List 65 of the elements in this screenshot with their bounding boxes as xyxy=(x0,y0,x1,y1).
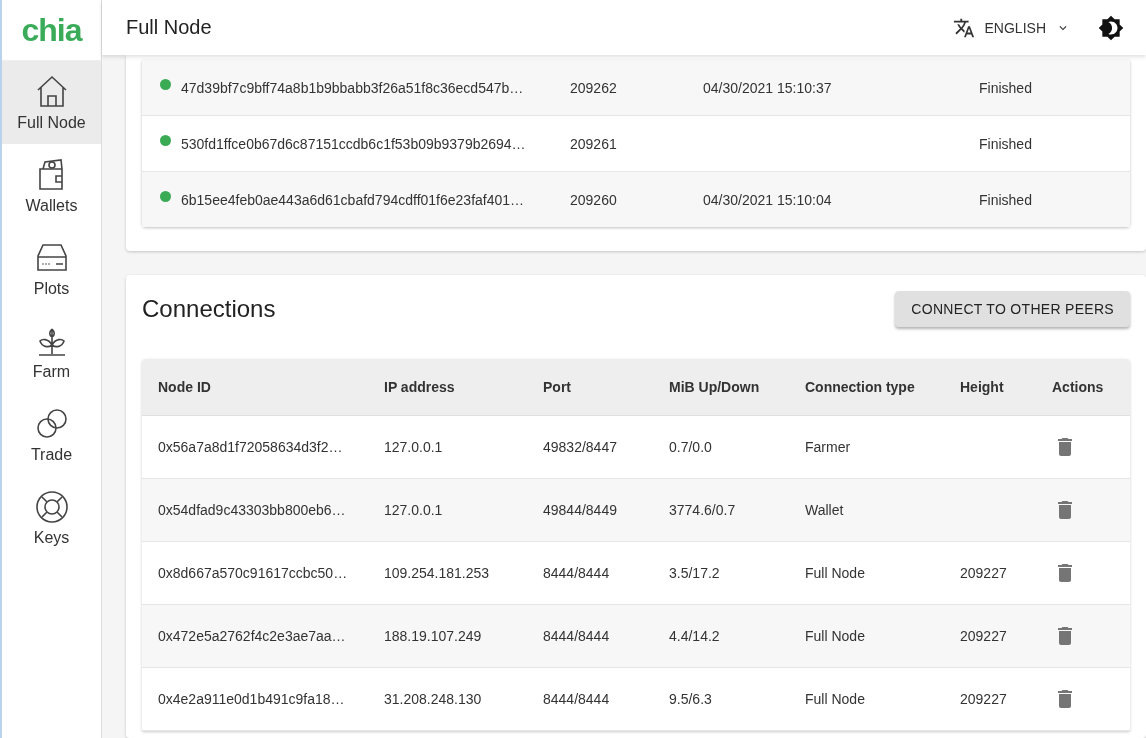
table-cell-text: Full Node xyxy=(805,691,866,707)
connect-peers-button[interactable]: CONNECT TO OTHER PEERS xyxy=(895,290,1130,327)
page-title: Full Node xyxy=(126,16,212,39)
table-cell-text: Farmer xyxy=(805,439,852,455)
sidebar-item[interactable]: Plots xyxy=(2,227,101,310)
column-header: MiB Up/Down xyxy=(669,379,761,395)
chia-logo: chia xyxy=(21,11,82,49)
table-cell-text: Full Node xyxy=(805,628,866,644)
table-cell-text: 209227 xyxy=(960,628,1008,644)
table-cell-text: 0x8d667a570c91617ccbc50… xyxy=(157,565,349,581)
table-cell-text: 49832/8447 xyxy=(543,439,618,455)
sidebar-item[interactable]: Trade xyxy=(2,393,101,476)
table-cell-text: 8444/8444 xyxy=(543,565,611,581)
table-cell-text: 0x472e5a2762f4c2e3ae7aa… xyxy=(157,628,347,644)
trash-icon xyxy=(1058,564,1072,582)
section-title: Connections xyxy=(142,294,276,323)
block-hash[interactable]: 47d39bf7c9bff74a8b1b9bbabb3f26a51f8c36ecd547b… xyxy=(181,79,524,96)
table-cell-text: 109.254.181.253 xyxy=(384,565,491,581)
column-header: Connection type xyxy=(805,379,916,395)
table-cell-text: 4.4/14.2 xyxy=(669,628,721,644)
table-cell-text: 04/30/2021 15:10:04 xyxy=(703,191,833,208)
table-cell-text: 04/30/2021 15:10:37 xyxy=(703,79,833,96)
trash-icon xyxy=(1058,438,1072,456)
table-cell-text: 127.0.0.1 xyxy=(384,439,444,455)
table-cell-text: 49844/8449 xyxy=(543,502,618,518)
table-cell-text: 209260 xyxy=(570,191,618,208)
theme-toggle-icon[interactable] xyxy=(1098,14,1124,41)
table-cell-text: 3774.6/0.7 xyxy=(669,502,737,518)
table-cell-text: 209262 xyxy=(570,79,618,96)
table-cell-text: 209261 xyxy=(570,135,618,152)
column-header: Actions xyxy=(1052,379,1105,395)
block-hash[interactable]: 530fd1ffce0b67d6c87151ccdb6c1f53b09b9379b2694… xyxy=(181,135,526,152)
table-cell-text: 209227 xyxy=(960,565,1008,581)
table-cell-text: 188.19.107.249 xyxy=(384,628,483,644)
table-cell-text: 0x56a7a8d1f72058634d3f2… xyxy=(157,439,344,455)
translate-icon[interactable] xyxy=(952,16,975,39)
sidebar-item[interactable]: Keys xyxy=(2,476,101,559)
block-hash[interactable]: 6b15ee4feb0ae443a6d61cbafd794cdff01f6e23faf401… xyxy=(181,191,525,208)
table-cell-text: 127.0.0.1 xyxy=(384,502,444,518)
language-selector[interactable]: ENGLISH xyxy=(984,15,1080,40)
table-cell-text: 0x4e2a911e0d1b491c9fa18… xyxy=(157,691,346,707)
column-header: Height xyxy=(960,379,1005,395)
sidebar-item[interactable]: Farm xyxy=(2,310,101,393)
sidebar-item[interactable]: Full Node xyxy=(2,61,101,144)
column-header: Node ID xyxy=(157,379,212,395)
table-cell-text: 8444/8444 xyxy=(543,691,611,707)
table-cell-text: 209227 xyxy=(960,691,1008,707)
sidebar-item[interactable]: Wallets xyxy=(2,144,101,227)
trash-icon xyxy=(1058,627,1072,645)
trash-icon xyxy=(1058,690,1072,708)
table-cell-text: 0x54dfad9c43303bb800eb6… xyxy=(157,502,347,518)
column-header: Port xyxy=(543,379,572,395)
trash-icon xyxy=(1058,501,1072,519)
table-cell-text: 31.208.248.130 xyxy=(384,691,483,707)
lifebuoy-icon xyxy=(33,488,70,525)
table-cell-text: 8444/8444 xyxy=(543,628,611,644)
table-cell-text: Wallet xyxy=(805,502,845,518)
table-cell-text: Full Node xyxy=(805,565,866,581)
column-header: IP address xyxy=(384,379,456,395)
table-cell-text: Finished xyxy=(979,79,1033,96)
table-cell-text: Finished xyxy=(979,135,1033,152)
table-cell-text: 0.7/0.0 xyxy=(669,439,713,455)
table-cell-text: 3.5/17.2 xyxy=(669,565,721,581)
table-cell-text: 9.5/6.3 xyxy=(669,691,713,707)
table-cell-text: Finished xyxy=(979,191,1033,208)
